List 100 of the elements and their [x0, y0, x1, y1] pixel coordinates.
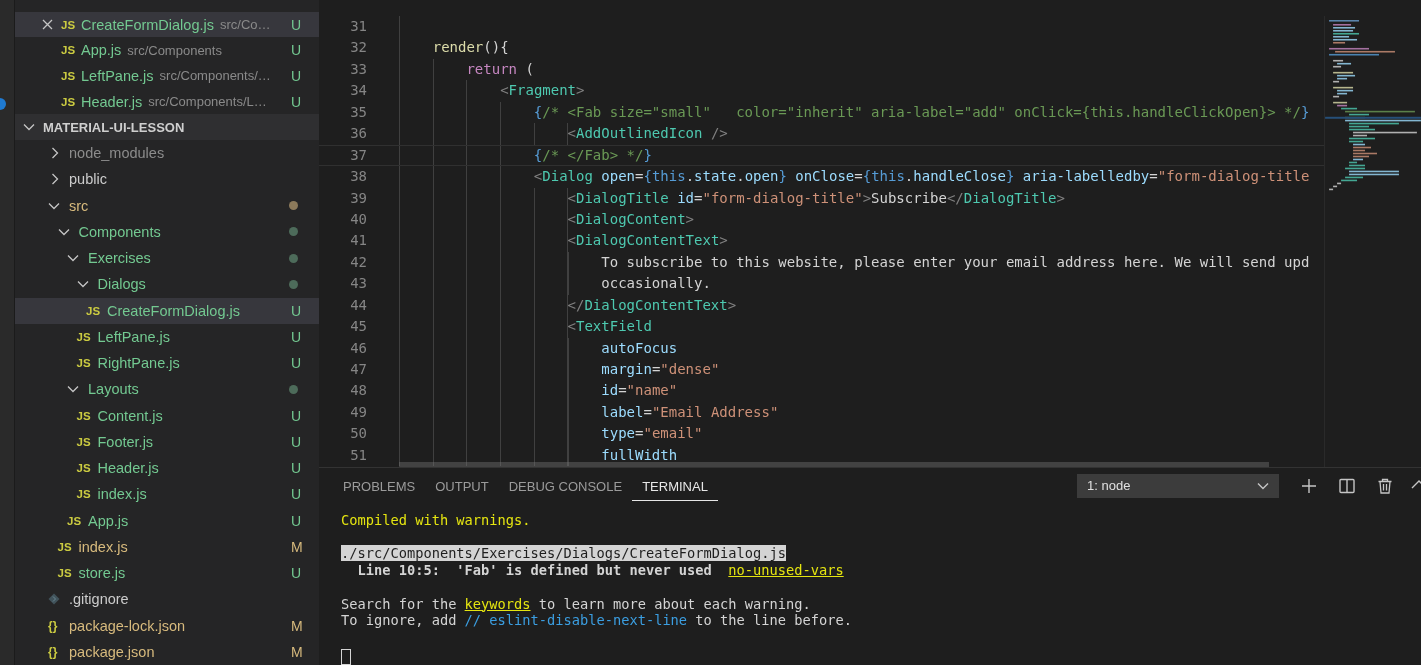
file-path: src/Components/… [159, 68, 272, 84]
code-text: </DialogContentText> [567, 295, 737, 315]
file-path: src/Co… [219, 17, 272, 33]
terminal-link[interactable]: keywords [464, 595, 531, 612]
line-number: 47 [349, 360, 368, 379]
panel-tab[interactable]: OUTPUT [425, 470, 499, 501]
minimap[interactable] [1324, 16, 1421, 467]
open-editor-item[interactable]: JS LeftPane.js src/Components/… U [15, 63, 319, 89]
folder-name: Exercises [88, 250, 151, 267]
tree-item[interactable]: Dialogs [15, 271, 319, 298]
file-type-icon: JS [76, 357, 97, 370]
tree-item[interactable]: JS Footer.js U [15, 428, 319, 456]
code-text: <TextField [567, 317, 652, 337]
file-path: src/Components [127, 42, 223, 58]
tree-item[interactable]: JS index.js M [15, 533, 319, 561]
file-name: index.js [78, 538, 128, 555]
tree-item[interactable]: JS RightPane.js U [15, 350, 319, 377]
folder-name: Layouts [88, 381, 139, 398]
close-icon [42, 19, 53, 31]
code-text: fullWidth [601, 445, 678, 465]
tree-item[interactable]: Components [15, 218, 319, 246]
folder-name: public [69, 171, 107, 188]
git-status: U [291, 67, 303, 84]
code-text: id="name" [601, 381, 678, 401]
js-file-icon: JS [61, 44, 81, 57]
tree-item[interactable]: {} package-lock.json M [15, 612, 319, 639]
tree-item[interactable]: JS App.js U [15, 507, 319, 534]
tree-item[interactable]: JS Content.js U [15, 402, 319, 429]
trash-icon[interactable] [1377, 477, 1393, 494]
file-name: Header.js [81, 93, 143, 110]
open-editor-item[interactable]: JS CreateFormDialog.js src/Co… U [15, 11, 319, 38]
select-value: 1: node [1087, 478, 1131, 494]
file-type-icon: JS [76, 462, 97, 475]
open-editor-item[interactable]: JS App.js src/Components U [15, 37, 319, 64]
code-text: {/* <Fab size="small" color="inherit" aria-label="add" onClick={this.handleClickOpen}> */} [533, 102, 1310, 122]
file-path: src/Components/L… [148, 94, 268, 110]
tree-item[interactable]: .gitignore [15, 586, 319, 613]
file-name: CreateFormDialog.js [81, 16, 214, 33]
code-text: <DialogTitle id="form-dialog-title">Subscribe</DialogTitle> [567, 188, 1065, 208]
js-file-icon: JS [61, 95, 81, 108]
git-status: U [291, 355, 303, 372]
git-status: U [291, 407, 303, 424]
terminal-line: Compiled with warnings. [341, 511, 532, 529]
tree-item[interactable]: src [15, 192, 319, 219]
plus-icon[interactable] [1301, 477, 1317, 494]
file-type-icon: {} [48, 644, 68, 659]
line-number: 31 [349, 17, 368, 36]
line-number: 41 [349, 231, 368, 251]
code-text: <AddOutlinedIcon /> [567, 124, 728, 144]
line-number: 46 [349, 338, 368, 358]
chevron-down-icon [1257, 481, 1269, 490]
tree-item[interactable]: node_modules [15, 140, 319, 167]
file-name: App.js [88, 512, 129, 529]
tree-item[interactable]: JS LeftPane.js U [15, 323, 319, 351]
tree-item[interactable]: JS index.js U [15, 481, 319, 508]
git-status: U [291, 302, 303, 319]
folder-name: src [69, 197, 89, 214]
tree-item[interactable]: JS CreateFormDialog.js U [15, 297, 319, 324]
panel-tab[interactable]: PROBLEMS [333, 470, 426, 501]
open-editor-item[interactable]: JS Header.js src/Components/L… U [15, 88, 319, 115]
line-number: 45 [349, 317, 368, 337]
line-number: 38 [349, 167, 368, 187]
panel-tab[interactable]: TERMINAL [632, 470, 718, 501]
project-header[interactable]: MATERIAL-UI-LESSON [15, 114, 319, 141]
tree-item[interactable]: public [15, 166, 319, 193]
code-text: To subscribe to this website, please enter your email address here. We will send upd [601, 252, 1310, 272]
split-icon[interactable] [1339, 477, 1355, 494]
line-number: 33 [349, 59, 368, 79]
file-type-icon: JS [76, 330, 97, 343]
tree-item[interactable]: JS store.js U [15, 560, 319, 587]
line-number: 37 [349, 145, 368, 165]
code-text: {/* </Fab> */} [533, 145, 652, 165]
file-name: package-lock.json [69, 617, 186, 634]
code-text: autoFocus [601, 338, 678, 358]
git-status: U [291, 328, 303, 345]
js-file-icon: JS [61, 18, 81, 31]
git-status: U [291, 16, 303, 33]
git-status: U [291, 42, 303, 59]
file-name: CreateFormDialog.js [107, 302, 240, 319]
terminal-select[interactable]: 1: node [1077, 473, 1279, 498]
code-text: <Fragment> [500, 81, 585, 101]
tree-item[interactable]: JS Header.js U [15, 455, 319, 482]
folder-name: Dialogs [97, 276, 146, 293]
code-text: return ( [466, 59, 534, 79]
tree-item[interactable]: Exercises [15, 245, 319, 272]
line-number: 36 [349, 124, 368, 144]
file-name: LeftPane.js [97, 328, 171, 345]
terminal-line: Line 10:5: 'Fab' is defined but never used no-unused-vars [356, 562, 845, 579]
panel-tab[interactable]: DEBUG CONSOLE [498, 470, 633, 501]
file-name: .gitignore [69, 591, 129, 608]
line-number: 44 [349, 295, 368, 315]
tree-item[interactable]: Layouts [15, 376, 319, 403]
file-type-icon: JS [76, 409, 97, 422]
git-status: U [291, 460, 303, 477]
git-status: U [291, 433, 303, 450]
diamond-icon [48, 593, 60, 606]
code-text: occasionally. [601, 274, 711, 294]
tree-item[interactable]: {} package.json M [15, 638, 319, 665]
code-text: <Dialog open={this.state.open} onClose={this.handleClose} aria-labelledby="form-dialog-title [533, 167, 1310, 187]
terminal-link[interactable]: no-unused-vars [728, 562, 844, 578]
